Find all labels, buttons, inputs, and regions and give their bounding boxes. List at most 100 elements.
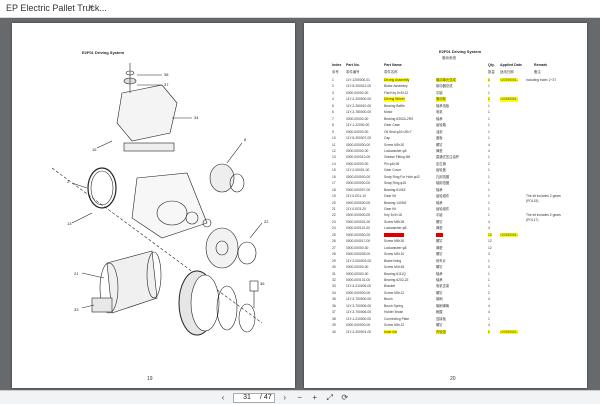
cell-cn: 油封 xyxy=(436,129,443,134)
cell-name: Brake Assembly xyxy=(384,84,408,89)
table-row: 5 11Y-2-260010-00 Bearing Baffle 轴承挡板 1 xyxy=(304,104,587,108)
svg-text:33: 33 xyxy=(74,307,79,312)
cell-cn: 平键 xyxy=(436,213,443,218)
cell-qty: 1 xyxy=(488,136,490,141)
cell-qty: 1 xyxy=(488,187,490,192)
cell-pn: 0000-00000-00 xyxy=(346,161,369,166)
cell-pn: 0000-000000-00 xyxy=(346,200,371,205)
cell-idx: 14 xyxy=(332,161,336,166)
table-row: 28 0000-000005-00 Screw M5×10 螺钉 3 xyxy=(304,252,587,256)
cell-pn: 11Y-2-260010-00 xyxy=(346,103,372,108)
rotate-icon[interactable]: ⟳ xyxy=(340,393,350,403)
table-row: 31 0000-00000-00 Bearing 6111Q 轴承 1 xyxy=(304,272,587,276)
cell-remark: including index 2~37 xyxy=(526,78,557,82)
cell-name: Inner rim xyxy=(384,329,398,334)
cell-cn: 弹垫 xyxy=(436,245,443,250)
cell-date: <20190001- xyxy=(500,329,518,334)
close-icon[interactable]: × xyxy=(88,2,94,13)
cell-cn: 齿轮盖 xyxy=(436,168,446,173)
chevron-left-icon[interactable]: ‹ xyxy=(218,393,228,403)
cell-pn: 11Y-1200000-01 xyxy=(346,78,371,82)
cell-idx: 19 xyxy=(332,194,336,199)
cell-idx: 13 xyxy=(332,155,336,160)
cell-pn: 11Y-3-200001-00 xyxy=(346,329,372,334)
cell-pn: 0000-00000-00 xyxy=(346,148,369,153)
page-indicator[interactable]: 31 / 47 xyxy=(233,392,275,403)
fit-page-icon[interactable]: ⤢ xyxy=(325,393,335,403)
page-number: 19 xyxy=(147,376,153,382)
cell-qty: 1 xyxy=(488,316,490,321)
cell-cn: 轴承 xyxy=(436,187,443,192)
table-row: 33 11Y-3-210006-00 Bracket 电机支架 1 xyxy=(304,284,587,288)
cell-qty: 3 xyxy=(488,265,490,270)
cell-idx: 39 xyxy=(332,323,336,328)
cell-cn: 平键 xyxy=(436,90,443,95)
cell-cn: 刷握 xyxy=(436,310,443,315)
cell-qty: 4 xyxy=(488,303,490,308)
chevron-right-icon[interactable]: › xyxy=(280,393,290,403)
cell-name: Flat Key 5×5×12 xyxy=(384,90,409,95)
cell-name: Brake lining xyxy=(384,258,402,263)
cell-pn: 0000-00000-00 xyxy=(346,265,369,270)
cell-cn: 盖板 xyxy=(436,136,443,141)
cell-pn: 0000-00000-00 xyxy=(346,129,369,134)
table-row: 25 0000-000000-00 Screw M8×20 螺钉 12 <20190001… xyxy=(304,232,587,238)
cell-pn: 11Y-2-00001-00 xyxy=(346,168,370,173)
col-header-date: Applied Date xyxy=(500,63,522,67)
page-number-input[interactable]: 31 xyxy=(236,394,258,401)
cell-name: Lockwasher φ8 xyxy=(384,245,407,250)
cell-pn: 11Y-0-E03-20 xyxy=(346,207,366,211)
table-row: 7 0000-00000-00 Bearing 6302A-2RS 轴承 1 xyxy=(304,117,587,121)
cell-name: Holder Brush xyxy=(384,310,404,315)
cell-cn: 碳刷 xyxy=(436,297,443,302)
cell-idx: 8 xyxy=(332,123,334,128)
cell-name: Screw M5×12 xyxy=(384,290,405,295)
cell-pn: 0000-000001-00 xyxy=(346,219,371,224)
table-row: 38 11Y-1-210000-00 Connecting Plate 连接板 1 xyxy=(304,317,587,321)
table-row: 14 0000-00000-00 Pin φ6×28 定位销 2 xyxy=(304,162,587,166)
note-text: (POL17) xyxy=(526,218,539,223)
cell-name: Bearing 6302A-2RS xyxy=(384,116,414,121)
table-row: 20 0000-000000-00 Bearing 1409IZ 轴承 1 xyxy=(304,201,587,205)
cell-idx: 17 xyxy=(332,181,336,186)
cell-pn: 0000-000000-00 xyxy=(346,174,371,179)
cell-cn: 弹垫 xyxy=(436,226,443,231)
cell-qty: 4 xyxy=(488,219,490,224)
tab-bar: EP Electric Pallet Truck... × xyxy=(0,0,600,18)
zoom-in-icon[interactable]: + xyxy=(310,393,320,403)
cell-idx: 23 xyxy=(332,219,336,224)
cell-pn: 11Y-5-200007-00 xyxy=(346,136,372,141)
zoom-out-icon[interactable]: − xyxy=(295,393,305,403)
table-row: 24 0000-000110-00 Lockwasher φ8 弹垫 4 xyxy=(304,226,587,230)
table-row: 36 11Y-3-700006-00 Brush Spring 碳刷弹簧 4 xyxy=(304,304,587,308)
cell-qty: 1 xyxy=(488,200,490,205)
cell-name: Cap xyxy=(384,136,391,141)
cell-qty: 1 xyxy=(488,168,490,173)
table-row: 11 0000-000000-00 Screw M5×20 螺钉 4 xyxy=(304,143,587,147)
cell-date: <20190001- xyxy=(500,232,518,238)
cell-name: Pin φ6×28 xyxy=(384,161,400,166)
table-row: 10 11Y-5-200007-00 Cap 盖板 1 xyxy=(304,136,587,140)
cell-qty: 1 xyxy=(488,155,490,160)
cell-cn: 螺钉 xyxy=(436,265,443,270)
cell-idx: 37 xyxy=(332,310,336,315)
page-title: E2F01 Driving System xyxy=(439,49,482,54)
cell-name: Screw M6×12 xyxy=(384,323,405,328)
cell-qty: 1 xyxy=(488,194,490,199)
cell-qty: 12 xyxy=(488,232,492,238)
cell-pn: 11Y-2-200000-00 xyxy=(346,97,372,102)
note-text: The kit includes 2 gears xyxy=(526,213,561,218)
cell-name: Brush Spring xyxy=(384,303,404,308)
cell-cn: 螺钉 xyxy=(436,142,443,147)
cell-idx: 28 xyxy=(332,252,336,257)
cell-qty: 1 xyxy=(488,174,490,179)
cell-pn: 11Y-2-000003-00 xyxy=(346,258,372,263)
cell-name: Bearing 1409IZ xyxy=(384,200,407,205)
cell-qty: 3 xyxy=(488,252,490,257)
cell-date: <20190001- xyxy=(500,78,518,83)
cell-pn: 0000-000000-00 xyxy=(346,232,371,237)
page-20: E2F01 Driving System 驱动系统 Index Part No.… xyxy=(304,23,587,388)
document-viewer[interactable]: E2F01 Driving System 38 37 34 15 2 13 8 … xyxy=(0,18,600,390)
cell-cn: 直通式压注油杯 xyxy=(436,155,460,160)
cell-name: Screw M8×35 xyxy=(384,219,405,224)
